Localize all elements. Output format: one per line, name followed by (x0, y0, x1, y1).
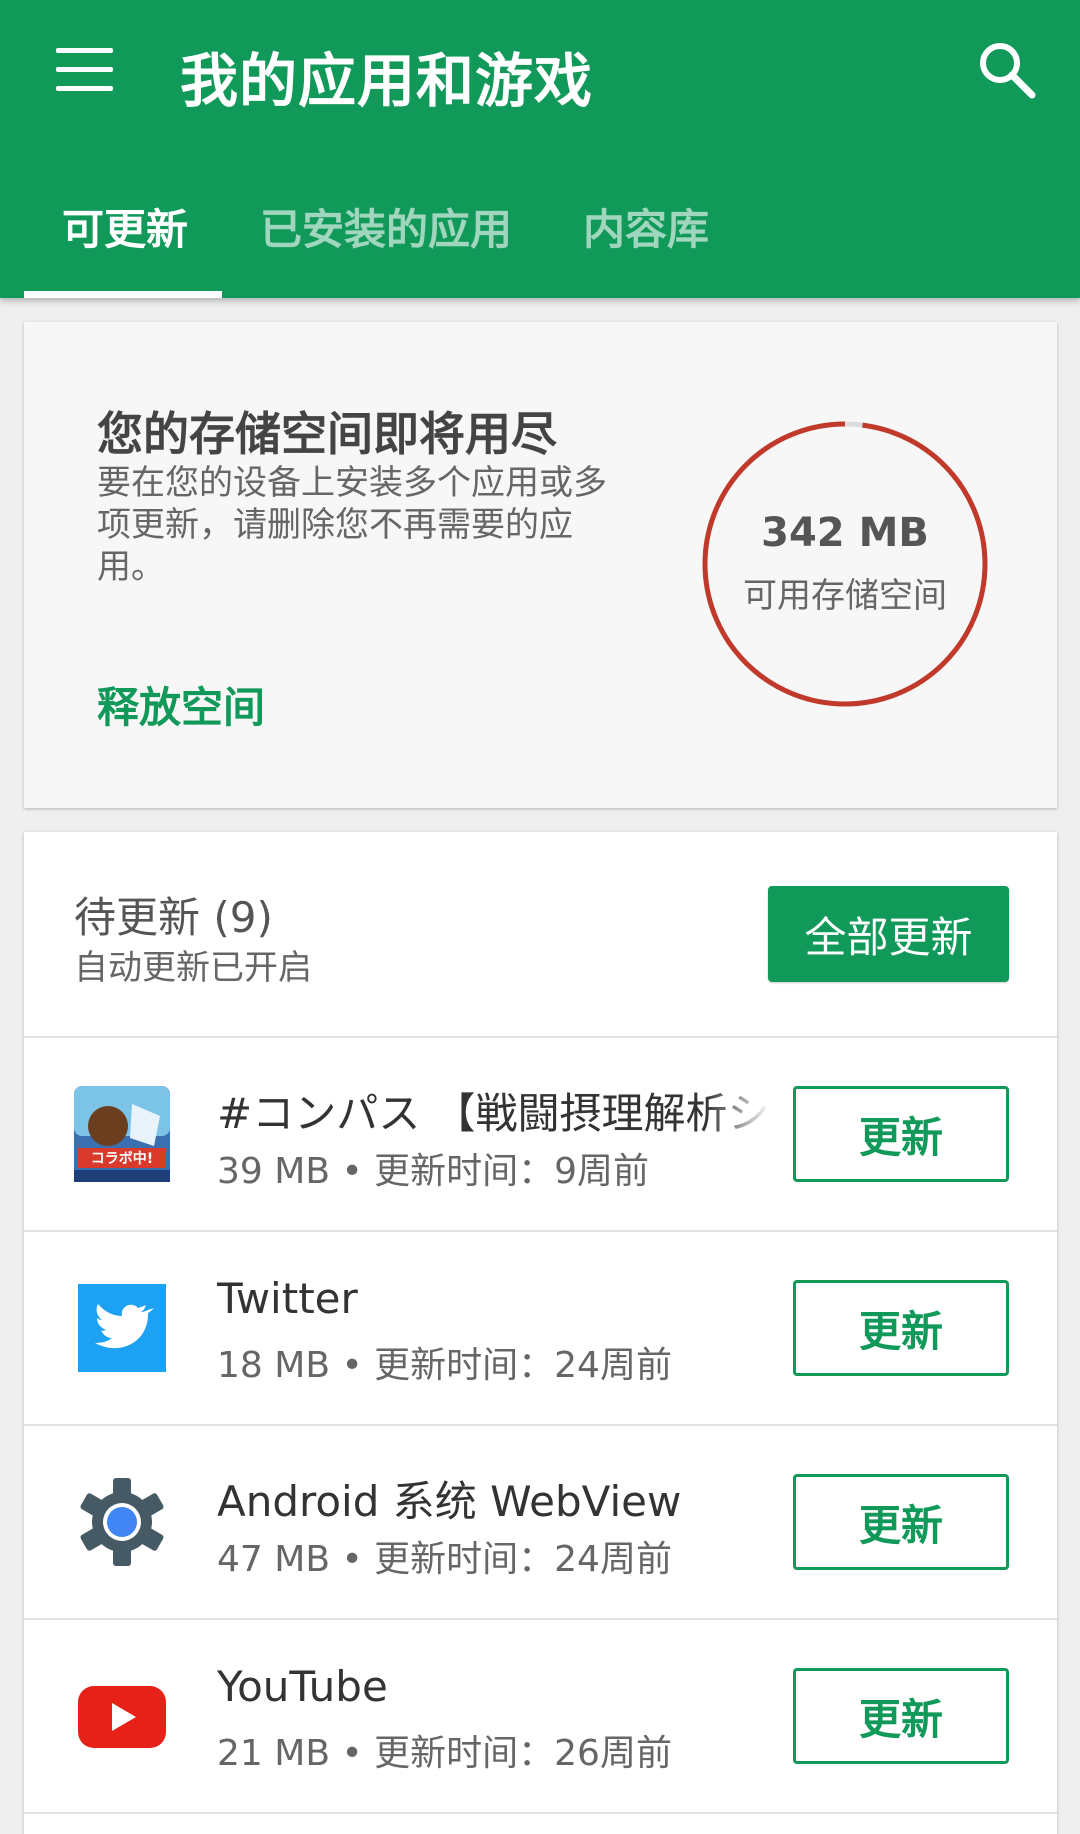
list-item[interactable]: コラボ中! #コンパス 【戦闘摂理解析シ 39 MB • 更新时间：9周前 更新 (24, 1038, 1057, 1230)
pending-updates-title: 待更新 (9) (74, 893, 273, 942)
storage-description: 要在您的设备上安装多个应用或多项更新，请删除您不再需要的应用。 (97, 463, 607, 587)
app-name: Twitter (217, 1274, 358, 1323)
update-all-button[interactable]: 全部更新 (768, 886, 1009, 982)
list-item[interactable]: Twitter 18 MB • 更新时间：24周前 更新 (24, 1232, 1057, 1424)
app-meta: 18 MB • 更新时间：24周前 (217, 1345, 672, 1386)
storage-amount-label: 可用存储空间 (743, 576, 947, 616)
app-bar: 我的应用和游戏 可更新 已安装的应用 内容库 (0, 0, 1080, 298)
tab-updates[interactable]: 可更新 (62, 196, 188, 257)
menu-icon[interactable] (56, 48, 113, 92)
list-item[interactable]: Android 系统 WebView 47 MB • 更新时间：24周前 更新 (24, 1426, 1057, 1618)
search-icon[interactable] (975, 38, 1039, 102)
storage-ring-chart (702, 421, 988, 707)
compass-game-icon: コラボ中! (74, 1086, 170, 1182)
page-title: 我的应用和游戏 (180, 47, 594, 115)
app-meta: 21 MB • 更新时间：26周前 (217, 1733, 672, 1774)
update-button[interactable]: 更新 (793, 1668, 1009, 1764)
active-tab-indicator (24, 291, 222, 298)
app-name: #コンパス 【戦闘摂理解析シ (217, 1089, 770, 1138)
auto-update-status: 自动更新已开启 (74, 948, 312, 988)
tab-installed[interactable]: 已安装的应用 (260, 196, 512, 257)
divider (24, 1812, 1057, 1814)
app-name: Android 系统 WebView (217, 1477, 682, 1526)
storage-warning-card: 您的存储空间即将用尽 要在您的设备上安装多个应用或多项更新，请删除您不再需要的应… (24, 322, 1057, 808)
tab-library[interactable]: 内容库 (583, 196, 709, 257)
update-button[interactable]: 更新 (793, 1474, 1009, 1570)
app-name: YouTube (217, 1662, 388, 1711)
youtube-play-icon (78, 1686, 166, 1748)
updates-header: 待更新 (9) 自动更新已开启 全部更新 (24, 832, 1057, 1036)
pending-updates-card: 待更新 (9) 自动更新已开启 全部更新 コラボ中! #コンパス 【戦闘摂理解析… (24, 832, 1057, 1834)
svg-text:コラボ中!: コラボ中! (91, 1150, 153, 1167)
storage-amount: 342 MB (761, 510, 929, 556)
update-button[interactable]: 更新 (793, 1280, 1009, 1376)
list-item[interactable]: YouTube 21 MB • 更新时间：26周前 更新 (24, 1620, 1057, 1812)
storage-title: 您的存储空间即将用尽 (97, 407, 557, 461)
twitter-bird-icon (78, 1284, 166, 1372)
app-meta: 47 MB • 更新时间：24周前 (217, 1539, 672, 1580)
webview-gear-icon (80, 1478, 164, 1566)
app-meta: 39 MB • 更新时间：9周前 (217, 1151, 650, 1192)
free-up-space-button[interactable]: 释放空间 (97, 674, 265, 735)
update-button[interactable]: 更新 (793, 1086, 1009, 1182)
